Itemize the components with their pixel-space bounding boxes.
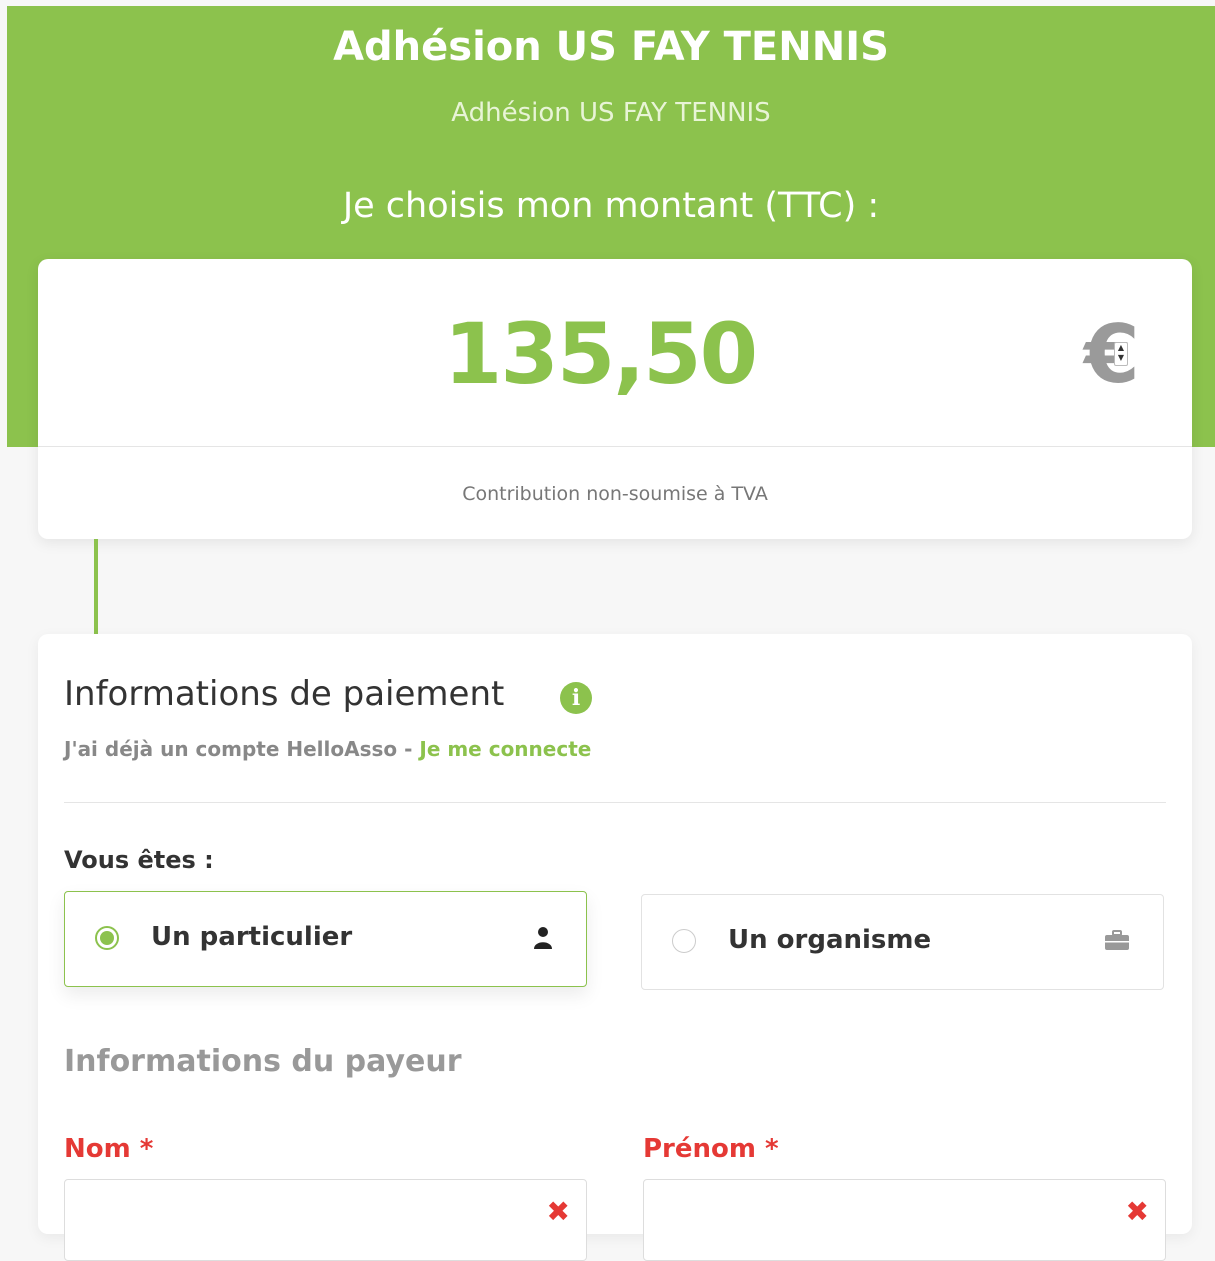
page-subtitle: Adhésion US FAY TENNIS	[451, 98, 771, 128]
payer-info-title: Informations du payeur	[64, 1044, 462, 1079]
option-label: Un organisme	[728, 925, 932, 955]
login-link[interactable]: Je me connecte	[419, 737, 591, 761]
info-icon[interactable]: i	[560, 682, 592, 714]
prenom-field[interactable]	[644, 1180, 1165, 1260]
step-connector	[94, 539, 98, 634]
payment-card: Informations de paiement i J'ai déjà un …	[38, 634, 1192, 1261]
amount-spinner[interactable]: ▲ ▼	[1114, 342, 1128, 366]
payer-type-label: Vous êtes :	[64, 846, 214, 874]
error-icon: ✖	[1125, 1195, 1149, 1228]
user-icon	[534, 927, 552, 949]
tva-note: Contribution non-soumise à TVA	[462, 483, 768, 505]
account-prefix: J'ai déjà un compte HelloAsso	[64, 737, 398, 761]
briefcase-icon	[1105, 930, 1129, 950]
divider	[38, 446, 1192, 447]
divider	[64, 802, 1166, 803]
nom-field[interactable]	[65, 1180, 586, 1260]
nom-field-wrapper: ✖	[64, 1179, 587, 1261]
amount-input[interactable]: 135,50	[38, 305, 1162, 403]
page-title: Adhésion US FAY TENNIS	[333, 24, 889, 70]
radio-particulier[interactable]	[95, 926, 119, 950]
prenom-label: Prénom *	[643, 1134, 779, 1164]
choose-amount-heading: Je choisis mon montant (TTC) :	[342, 186, 880, 226]
payment-title: Informations de paiement	[64, 674, 505, 714]
nom-label: Nom *	[64, 1134, 154, 1164]
error-icon: ✖	[546, 1195, 570, 1228]
account-separator: -	[397, 737, 420, 761]
prenom-field-wrapper: ✖	[643, 1179, 1166, 1261]
account-line: J'ai déjà un compte HelloAsso - Je me co…	[64, 737, 591, 761]
option-organisme[interactable]: Un organisme	[641, 894, 1164, 990]
amount-card: 135,50 € ▲ ▼ Contribution non-soumise à T…	[38, 259, 1192, 539]
option-particulier[interactable]: Un particulier	[64, 891, 587, 987]
option-label: Un particulier	[151, 922, 353, 952]
radio-organisme[interactable]	[672, 929, 696, 953]
